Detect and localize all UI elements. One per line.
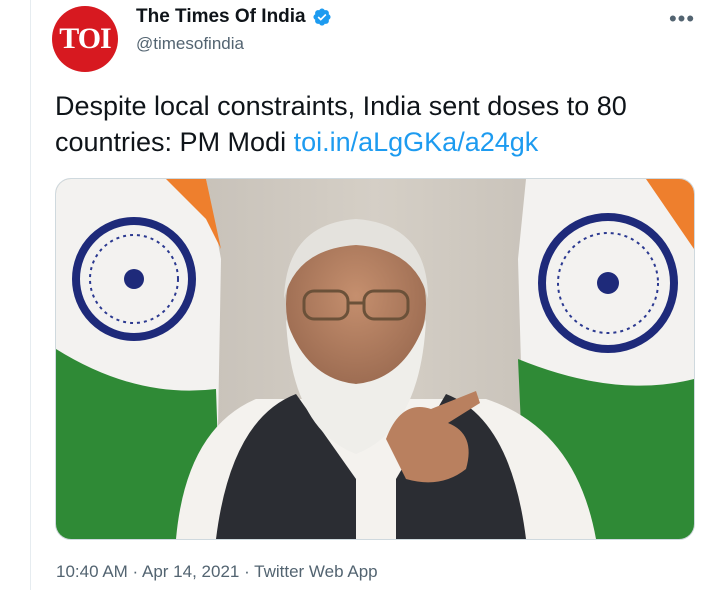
account-name-row[interactable]: The Times Of India (136, 6, 332, 28)
media-photo (56, 179, 694, 539)
tweet-media-image[interactable] (55, 178, 695, 540)
more-options-icon[interactable]: ••• (664, 4, 700, 34)
display-name[interactable]: The Times Of India (136, 6, 306, 28)
tweet-link[interactable]: toi.in/aLgGKa/a24gk (294, 127, 539, 157)
tweet-text: Despite local constraints, India sent do… (55, 88, 695, 160)
avatar-logo-text: TOI (59, 22, 111, 55)
avatar[interactable]: TOI (52, 6, 118, 72)
account-handle[interactable]: @timesofindia (136, 34, 244, 54)
verified-badge-icon (313, 8, 331, 26)
tweet-timestamp[interactable]: 10:40 AM · Apr 14, 2021 · Twitter Web Ap… (56, 562, 378, 582)
